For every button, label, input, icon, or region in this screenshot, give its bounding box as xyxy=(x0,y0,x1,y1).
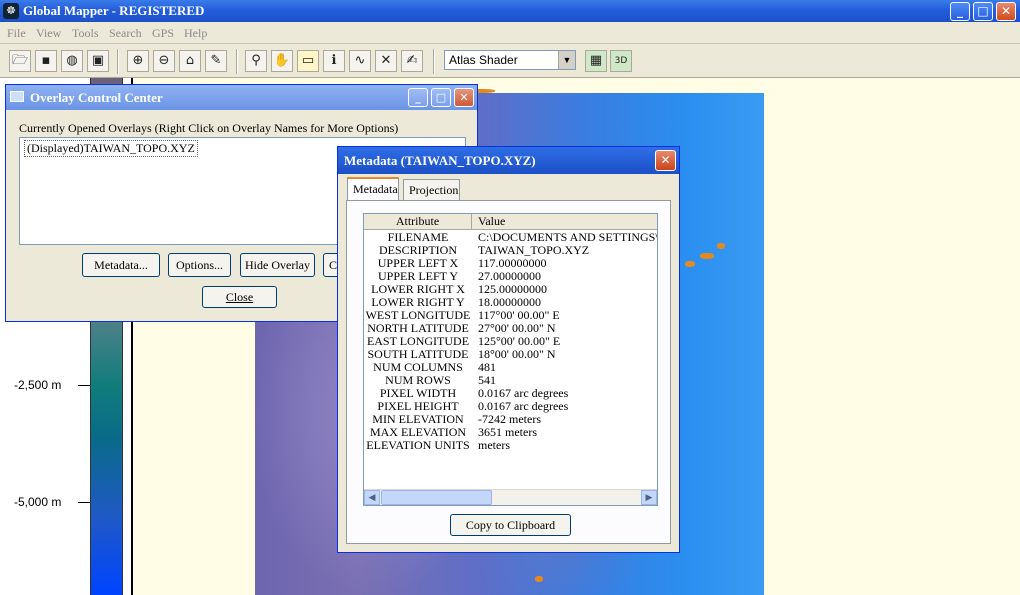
scrollbar-thumb[interactable] xyxy=(381,490,492,505)
shader-render-icon[interactable]: ▦ xyxy=(585,50,607,72)
menu-file[interactable]: File xyxy=(7,26,26,41)
close-dialog-button[interactable]: Close xyxy=(202,286,277,308)
menu-tools[interactable]: Tools xyxy=(72,26,99,41)
menu-help[interactable]: Help xyxy=(184,26,207,41)
pan-hand-icon[interactable]: ✋ xyxy=(271,50,293,72)
metadata-table[interactable]: Attribute Value FILENAME C:\DOCUMENTS AND… xyxy=(363,213,658,506)
window-icon xyxy=(10,91,24,102)
legend-tick xyxy=(78,502,90,503)
metadata-title: Metadata (TAIWAN_TOPO.XYZ) xyxy=(344,153,536,168)
scroll-right-icon[interactable]: ▶ xyxy=(641,490,657,505)
minimize-button[interactable]: _ xyxy=(950,2,970,21)
list-item[interactable]: (Displayed)TAIWAN_TOPO.XYZ xyxy=(24,140,198,157)
land-feature xyxy=(717,243,725,249)
tab-metadata[interactable]: Metadata xyxy=(347,177,399,201)
zoom-tool-icon[interactable]: ⚲ xyxy=(245,50,267,72)
overlays-caption: Currently Opened Overlays (Right Click o… xyxy=(19,121,399,135)
minimize-button[interactable]: _ xyxy=(408,88,428,107)
toolbar-separator xyxy=(433,49,435,74)
globe-icon[interactable]: ◍ xyxy=(61,50,83,72)
scroll-left-icon[interactable]: ◀ xyxy=(364,490,380,505)
app-title: Global Mapper - REGISTERED xyxy=(23,3,205,18)
3d-view-icon[interactable]: 3D xyxy=(610,50,632,72)
export-icon[interactable]: ▣ xyxy=(87,50,109,72)
metadata-title-bar[interactable]: Metadata (TAIWAN_TOPO.XYZ) ✕ xyxy=(338,147,679,174)
land-feature xyxy=(535,576,543,582)
zoom-out-icon[interactable]: ⊖ xyxy=(153,50,175,72)
options-button[interactable]: Options... xyxy=(168,253,231,277)
column-header-value[interactable]: Value xyxy=(478,214,505,229)
cell-attribute: ELEVATION UNITS xyxy=(366,438,470,452)
overlay-control-title: Overlay Control Center xyxy=(30,90,163,105)
column-header-attribute[interactable]: Attribute xyxy=(364,214,472,229)
metadata-dialog: Metadata (TAIWAN_TOPO.XYZ) ✕ Metadata Pr… xyxy=(337,146,680,553)
menu-bar: File View Tools Search GPS Help xyxy=(0,22,1020,44)
info-icon[interactable]: ℹ xyxy=(323,50,345,72)
close-button[interactable]: ✕ xyxy=(454,88,474,107)
open-folder-icon[interactable]: 🗁 xyxy=(9,50,31,72)
toolbar-separator xyxy=(236,49,238,74)
hide-overlay-button[interactable]: Hide Overlay xyxy=(240,253,315,277)
edit-icon[interactable]: ✍ xyxy=(401,50,423,72)
tab-projection[interactable]: Projection xyxy=(403,179,460,200)
table-header: Attribute Value xyxy=(364,214,657,230)
save-icon[interactable]: ▪ xyxy=(35,50,57,72)
copy-to-clipboard-button[interactable]: Copy to Clipboard xyxy=(450,514,571,536)
home-icon[interactable]: ⌂ xyxy=(179,50,201,72)
legend-label: -2,500 m xyxy=(14,378,62,392)
table-row[interactable]: ELEVATION UNITS meters xyxy=(364,438,657,452)
zoom-in-icon[interactable]: ⊕ xyxy=(127,50,149,72)
maximize-button[interactable]: □ xyxy=(973,2,993,21)
shader-select-value: Atlas Shader xyxy=(449,53,518,67)
shader-select[interactable]: Atlas Shader ▼ xyxy=(444,50,576,70)
close-icon[interactable]: ✕ xyxy=(655,150,676,171)
overlay-control-title-bar[interactable]: Overlay Control Center _ □ ✕ xyxy=(6,85,477,110)
toolbar-separator xyxy=(117,49,119,74)
maximize-button[interactable]: □ xyxy=(431,88,451,107)
legend-tick xyxy=(78,385,90,386)
digitize-icon[interactable]: ✎ xyxy=(205,50,227,72)
chevron-down-icon[interactable]: ▼ xyxy=(558,51,575,69)
legend-label: -5,000 m xyxy=(14,495,62,509)
cell-value: meters xyxy=(478,438,510,452)
land-feature xyxy=(700,253,714,259)
land-feature xyxy=(685,261,695,267)
app-icon: ☸ xyxy=(3,3,19,19)
measure-icon[interactable]: ▭ xyxy=(297,50,319,72)
menu-view[interactable]: View xyxy=(36,26,61,41)
horizontal-scrollbar[interactable]: ◀ ▶ xyxy=(364,489,657,505)
app-title-bar: ☸ Global Mapper - REGISTERED _ □ ✕ xyxy=(0,0,1020,22)
table-body: FILENAME C:\DOCUMENTS AND SETTINGS\C DESC… xyxy=(364,231,657,452)
path-profile-icon[interactable]: ∿ xyxy=(349,50,371,72)
line-of-sight-icon[interactable]: ✕ xyxy=(375,50,397,72)
close-button[interactable]: ✕ xyxy=(996,2,1016,21)
metadata-tab-panel: Attribute Value FILENAME C:\DOCUMENTS AND… xyxy=(346,200,671,544)
metadata-button[interactable]: Metadata... xyxy=(82,253,160,277)
menu-gps[interactable]: GPS xyxy=(152,26,174,41)
menu-search[interactable]: Search xyxy=(109,26,142,41)
